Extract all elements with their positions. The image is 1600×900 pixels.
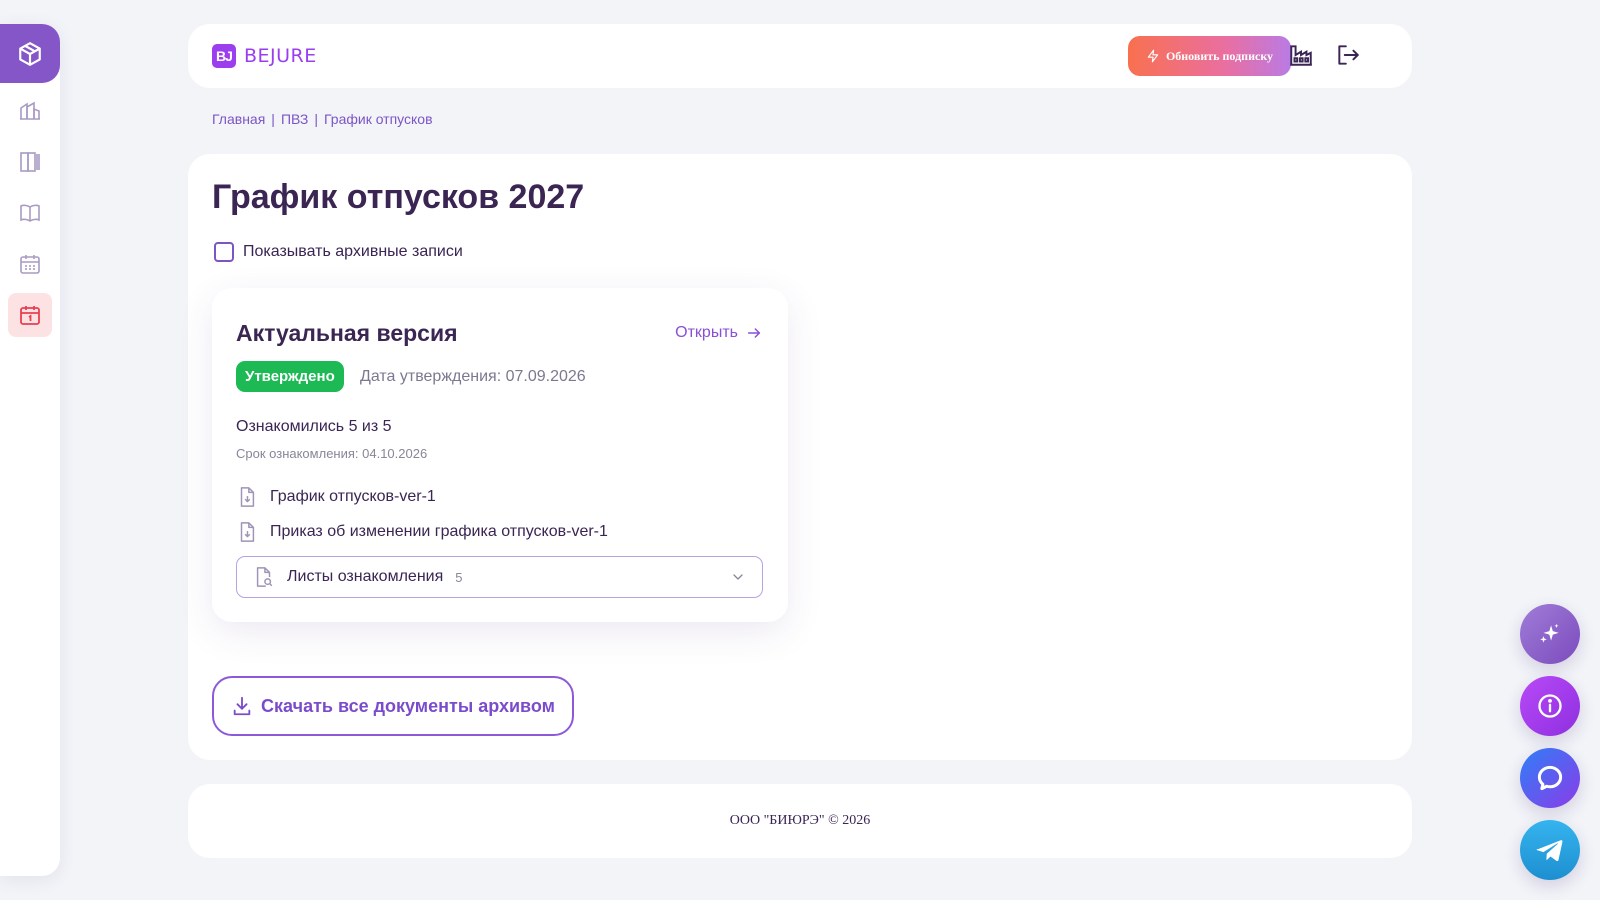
footer-copyright: ООО "БИЮРЭ" © 2026: [729, 813, 871, 828]
upgrade-subscription-label: Обновить подписку: [1165, 48, 1274, 63]
breadcrumb-separator: |: [271, 111, 275, 127]
card-title: Актуальная версия: [236, 320, 458, 346]
file-download-icon: [240, 522, 255, 542]
journals-icon: [20, 152, 40, 172]
show-archive-checkbox[interactable]: [214, 242, 234, 262]
acknowledgment-deadline: Срок ознакомления: 04.10.2026: [236, 446, 428, 461]
telegram-button[interactable]: [1520, 820, 1580, 880]
document-name: Приказ об изменении графика отпусков-ver…: [270, 523, 608, 540]
main-panel: График отпусков 2027 Показывать архивные…: [188, 154, 1412, 760]
breadcrumb-pvz[interactable]: ПВЗ: [281, 111, 308, 127]
factory-icon: [1290, 45, 1312, 66]
show-archive-label: Показывать архивные записи: [243, 243, 463, 260]
chat-icon: [1537, 765, 1563, 791]
chat-button[interactable]: [1520, 748, 1580, 808]
chevron-down-icon: [733, 574, 743, 580]
file-search-icon: [256, 567, 273, 587]
open-link[interactable]: Открыть: [675, 324, 762, 342]
arrow-right-icon: [747, 328, 761, 338]
document-link[interactable]: Приказ об изменении графика отпусков-ver…: [236, 521, 608, 543]
info-icon: [1538, 694, 1562, 718]
top-header: BJ BEJURE Обновить подписку: [188, 24, 1412, 88]
breadcrumb: Главная | ПВЗ | График отпусков: [212, 111, 433, 127]
brand-name: BEJURE: [244, 45, 317, 67]
document-link[interactable]: График отпусков-ver-1: [236, 486, 436, 508]
upgrade-subscription-button[interactable]: Обновить подписку: [1128, 36, 1291, 76]
calendar-grid-icon: [20, 255, 40, 274]
buildings-icon: [20, 101, 40, 120]
sidebar-item-journals[interactable]: [8, 140, 52, 184]
sidebar-item-vacation-schedule[interactable]: [8, 293, 52, 337]
sidebar-item-book[interactable]: [8, 191, 52, 235]
logout-icon: [1338, 45, 1359, 65]
sidebar-home-button[interactable]: [0, 24, 60, 83]
info-button[interactable]: [1520, 676, 1580, 736]
download-icon: [233, 696, 251, 716]
sheets-count: 5: [455, 569, 463, 585]
ai-assistant-button[interactable]: [1520, 604, 1580, 664]
calendar-one-icon: [20, 306, 40, 325]
download-archive-button[interactable]: Скачать все документы архивом: [212, 676, 574, 736]
document-name: График отпусков-ver-1: [270, 488, 436, 505]
cube-icon: [19, 41, 41, 66]
page-title: График отпусков 2027: [212, 178, 585, 216]
breadcrumb-home[interactable]: Главная: [212, 111, 265, 127]
organization-button[interactable]: [1287, 41, 1315, 69]
acknowledged-count: Ознакомились 5 из 5: [236, 418, 392, 435]
brand-badge: BJ: [212, 44, 236, 68]
book-icon: [20, 204, 40, 222]
file-download-icon: [240, 487, 255, 507]
breadcrumb-current[interactable]: График отпусков: [324, 111, 433, 127]
download-archive-label: Скачать все документы архивом: [261, 695, 555, 716]
telegram-icon: [1536, 840, 1563, 862]
current-version-card: Актуальная версия Открыть Утверждено Дат…: [212, 288, 788, 622]
brand-logo[interactable]: BJ BEJURE: [212, 44, 317, 68]
acknowledgment-sheets-dropdown[interactable]: Листы ознакомления 5: [236, 556, 763, 598]
lightning-icon: [1147, 49, 1159, 63]
footer: ООО "БИЮРЭ" © 2026: [188, 784, 1412, 858]
approval-date: Дата утверждения: 07.09.2026: [360, 368, 586, 385]
open-link-label: Открыть: [675, 324, 738, 341]
show-archive-toggle[interactable]: Показывать архивные записи: [214, 242, 463, 262]
sidebar-item-calendar[interactable]: [8, 242, 52, 286]
sheets-label: Листы ознакомления: [287, 568, 444, 585]
breadcrumb-separator: |: [314, 111, 318, 127]
sidebar-item-buildings[interactable]: [8, 89, 52, 133]
logout-button[interactable]: [1334, 41, 1362, 69]
sidebar: [0, 24, 60, 876]
sparkle-icon: [1540, 623, 1559, 643]
status-badge: Утверждено: [236, 361, 344, 392]
